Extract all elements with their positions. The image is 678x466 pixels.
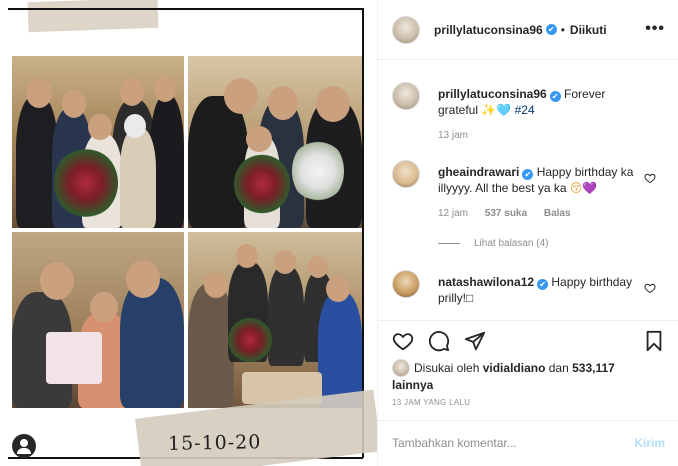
caption: prillylatuconsina96 ✔ Forever grateful ✨🩵…: [392, 82, 662, 142]
collage-photo-hug-with-bouquet: [188, 56, 362, 228]
user-tag-icon[interactable]: [12, 434, 36, 458]
caption-emoji: ✨🩵: [481, 103, 512, 117]
post-action-bar: [378, 320, 678, 360]
caption-author-avatar[interactable]: [392, 82, 420, 110]
comment-emoji: □: [466, 291, 474, 305]
bookmark-icon[interactable]: [643, 330, 665, 352]
comment-meta: 12 jam 537 suka Balas: [438, 208, 585, 219]
caption-username[interactable]: prillylatuconsina96: [438, 87, 547, 101]
handwritten-date: 15-10-20: [167, 431, 262, 455]
comment-item: gheaindrawari ✔ Happy birthday ka illyyyy…: [392, 160, 662, 256]
collage-photo-family-gathering: [188, 232, 362, 408]
verified-badge-icon: ✔: [545, 24, 557, 35]
commenter-avatar[interactable]: [392, 160, 420, 188]
verified-badge-icon: ✔: [537, 279, 549, 290]
commenter-avatar[interactable]: [392, 270, 420, 298]
verified-badge-icon: ✔: [522, 169, 534, 180]
caption-hashtag[interactable]: #24: [515, 103, 535, 117]
post-header: prillylatuconsina96 ✔ • Diikuti •••: [378, 0, 678, 60]
comment-icon[interactable]: [428, 330, 450, 352]
header-separator: •: [560, 22, 565, 37]
comment-like-heart-icon[interactable]: [644, 282, 656, 294]
comment-item: natashawilona12 ✔ Happy birthday prilly!□: [392, 270, 662, 320]
comments-list: prillylatuconsina96 ✔ Forever grateful ✨🩵…: [378, 72, 678, 320]
author-username[interactable]: prillylatuconsina96: [434, 23, 543, 37]
comment-input[interactable]: [392, 433, 612, 453]
post-timestamp[interactable]: 13 JAM YANG LALU: [392, 398, 470, 407]
view-replies-button[interactable]: Lihat balasan (4): [438, 238, 549, 249]
more-options-icon[interactable]: •••: [645, 21, 665, 37]
frame-border-top: [8, 8, 363, 10]
comment-time: 12 jam: [438, 208, 469, 219]
comment-like-heart-icon[interactable]: [644, 172, 656, 184]
collage-photo-group-with-flowers: [12, 56, 184, 228]
author-avatar[interactable]: [392, 15, 420, 44]
post-image[interactable]: 15-10-20: [0, 0, 377, 466]
comment-like-count[interactable]: 537 suka: [485, 208, 527, 219]
replies-divider: [438, 243, 460, 244]
comment-text: gheaindrawari ✔ Happy birthday ka illyyyy…: [438, 164, 638, 196]
post-sidebar: prillylatuconsina96 ✔ • Diikuti ••• pril…: [377, 0, 678, 466]
send-icon[interactable]: [464, 330, 486, 352]
likes-text: Disukai oleh vidialdiano dan 533,117 lai…: [392, 360, 642, 394]
caption-text: prillylatuconsina96 ✔ Forever grateful ✨🩵…: [438, 86, 638, 118]
collage-photo-couple-with-cake: [12, 232, 184, 408]
likes-prefix: Disukai oleh: [414, 361, 480, 375]
caption-meta: 13 jam: [438, 130, 482, 141]
likes-connector: dan: [548, 361, 569, 375]
comment-text: natashawilona12 ✔ Happy birthday prilly!□: [438, 274, 638, 306]
view-replies-label[interactable]: Lihat balasan (4): [474, 238, 549, 249]
heart-icon[interactable]: [392, 330, 414, 352]
post-comment-button[interactable]: Kirim: [634, 436, 665, 450]
add-comment-form: Kirim: [378, 420, 678, 466]
following-status-button[interactable]: Diikuti: [570, 23, 607, 37]
comment-reply-button[interactable]: Balas: [544, 208, 571, 219]
commenter-username[interactable]: gheaindrawari: [438, 165, 519, 179]
comment-emoji-face: 😚: [569, 181, 583, 195]
verified-badge-icon: ✔: [549, 91, 561, 102]
commenter-username[interactable]: natashawilona12: [438, 275, 534, 289]
comment-emoji-heart: 💜: [582, 181, 598, 195]
decorative-tape-top: [27, 0, 159, 33]
caption-time: 13 jam: [438, 130, 469, 141]
liker-username[interactable]: vidialdiano: [483, 361, 546, 375]
photo-collage: [12, 56, 362, 408]
